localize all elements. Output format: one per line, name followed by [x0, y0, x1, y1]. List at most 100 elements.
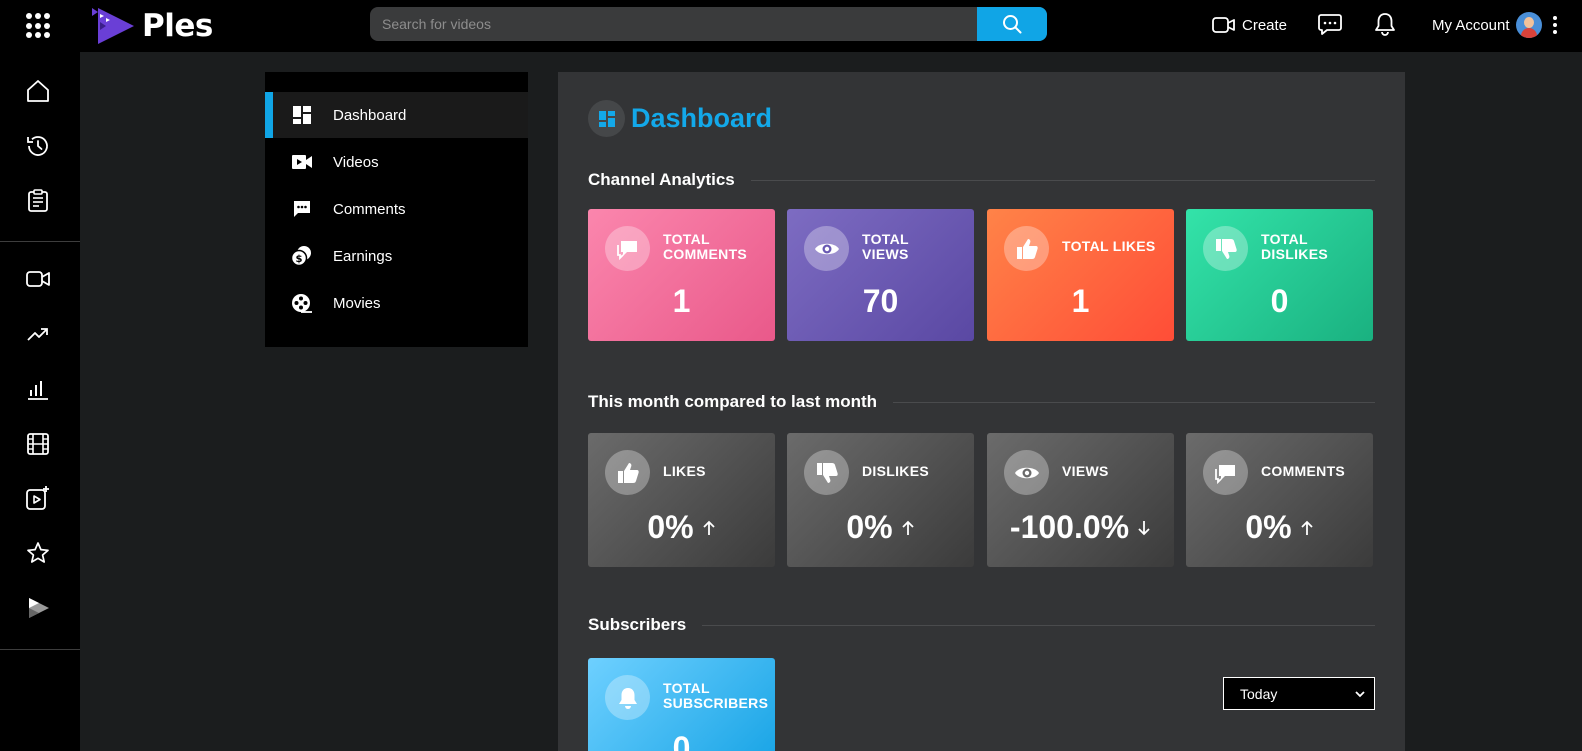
section-divider [893, 401, 1375, 403]
section-heading: This month compared to last month [588, 392, 878, 411]
card-value: 70 [862, 283, 899, 319]
menu-label: Earnings [333, 247, 393, 265]
card-value: 0% [846, 509, 893, 545]
create-button[interactable]: Create [1212, 12, 1287, 38]
card-label: VIEWS [1062, 463, 1109, 479]
stat-card-total-dislikes: TOTAL DISLIKES 0 [1186, 209, 1373, 341]
home-icon[interactable] [25, 78, 51, 104]
star-icon[interactable] [25, 540, 51, 566]
section-channel-analytics: Channel Analytics [588, 168, 1375, 192]
search-input[interactable] [370, 7, 977, 41]
stat-card-total-subscribers: TOTAL SUBSCRIBERS 0 [588, 658, 775, 751]
card-value-row: 0% [588, 509, 775, 546]
movies-icon [291, 292, 313, 314]
compare-card-likes: LIKES 0% [588, 433, 775, 567]
compare-card-dislikes: DISLIKES 0% [787, 433, 974, 567]
brand-logo[interactable]: Ples [92, 6, 213, 46]
card-label: TOTAL SUBSCRIBERS [663, 680, 769, 711]
camera-icon[interactable] [25, 266, 51, 292]
section-month-comparison: This month compared to last month [588, 390, 1375, 414]
menu-item-dashboard[interactable]: Dashboard [265, 92, 528, 138]
logo-play-icon [92, 8, 134, 44]
brand-name: Ples [142, 8, 213, 44]
search-button[interactable] [977, 7, 1047, 41]
brand-play-icon[interactable] [25, 595, 51, 621]
arrow-up-icon [702, 520, 715, 535]
card-value: 0 [672, 730, 691, 751]
card-label: TOTAL COMMENTS [663, 231, 748, 262]
period-select[interactable]: Today [1223, 677, 1375, 710]
card-value: -100.0% [1009, 509, 1130, 545]
top-bar: Ples Create My Account [0, 0, 1582, 52]
dashboard-icon [291, 104, 313, 126]
card-value: 0 [1270, 283, 1289, 319]
section-subscribers: Subscribers [588, 613, 1375, 637]
search-bar [370, 7, 1047, 41]
comments-icon [291, 198, 313, 220]
messages-icon[interactable] [1318, 13, 1342, 40]
dashboard-panel: Dashboard Channel Analytics TOTAL COMMENT… [558, 72, 1405, 751]
account-label: My Account [1432, 16, 1510, 34]
create-label: Create [1242, 16, 1288, 34]
card-value-row: -100.0% [987, 509, 1174, 546]
eye-icon [804, 226, 849, 271]
arrow-up-icon [901, 520, 914, 535]
card-label: COMMENTS [1261, 463, 1346, 479]
rail-divider-bottom [0, 649, 80, 650]
chevron-down-icon [1355, 691, 1365, 698]
menu-item-comments[interactable]: Comments [265, 186, 528, 232]
card-label: TOTAL DISLIKES [1261, 231, 1328, 262]
dashboard-side-menu: Dashboard Videos Comments $ Earnings Mov… [265, 72, 528, 347]
bell-icon [605, 675, 650, 720]
stat-card-total-likes: TOTAL LIKES 1 [987, 209, 1174, 341]
avatar [1515, 12, 1542, 38]
notifications-bell-icon[interactable] [1374, 12, 1396, 41]
card-value: 1 [672, 283, 691, 319]
thumbs-down-icon [1203, 226, 1248, 271]
history-icon[interactable] [25, 133, 51, 159]
analytics-icon[interactable] [25, 376, 51, 402]
add-video-icon[interactable] [25, 485, 51, 511]
comments-bubble-icon [605, 226, 650, 271]
more-options-icon[interactable] [1552, 16, 1558, 34]
apps-grid-icon[interactable] [25, 12, 53, 40]
rail-divider [0, 241, 80, 242]
card-label: LIKES [663, 463, 706, 479]
thumbs-down-icon [804, 450, 849, 495]
page-title-text: Dashboard [631, 103, 773, 133]
menu-label: Dashboard [333, 106, 407, 124]
menu-item-earnings[interactable]: $ Earnings [265, 233, 528, 279]
card-value: 0% [647, 509, 694, 545]
stat-card-total-comments: TOTAL COMMENTS 1 [588, 209, 775, 341]
section-heading: Subscribers [588, 615, 687, 634]
video-icon [291, 151, 313, 173]
card-value: 1 [1071, 283, 1090, 319]
eye-icon [1004, 450, 1049, 495]
thumbs-up-icon [1004, 226, 1049, 271]
menu-label: Comments [333, 200, 406, 218]
compare-card-views: VIEWS -100.0% [987, 433, 1174, 567]
trending-icon[interactable] [25, 321, 51, 347]
menu-item-videos[interactable]: Videos [265, 139, 528, 185]
menu-label: Videos [333, 153, 379, 171]
film-icon[interactable] [25, 431, 51, 457]
search-icon [1003, 15, 1022, 34]
section-divider [702, 624, 1375, 626]
svg-text:$: $ [296, 254, 303, 265]
card-label: TOTAL VIEWS [862, 231, 909, 262]
comments-bubble-icon [1203, 450, 1248, 495]
menu-item-movies[interactable]: Movies [265, 280, 528, 326]
page-title: Dashboard [588, 100, 772, 137]
section-divider [750, 179, 1375, 181]
dashboard-title-icon [588, 100, 625, 137]
stat-card-total-views: TOTAL VIEWS 70 [787, 209, 974, 341]
video-camera-icon [1212, 17, 1235, 33]
playlist-icon[interactable] [25, 188, 51, 214]
thumbs-up-icon [605, 450, 650, 495]
my-account-menu[interactable]: My Account [1432, 11, 1558, 39]
card-value: 0% [1245, 509, 1292, 545]
card-label: DISLIKES [862, 463, 929, 479]
menu-label: Movies [333, 294, 381, 312]
card-label: TOTAL LIKES [1062, 238, 1156, 254]
compare-card-comments: COMMENTS 0% [1186, 433, 1373, 567]
